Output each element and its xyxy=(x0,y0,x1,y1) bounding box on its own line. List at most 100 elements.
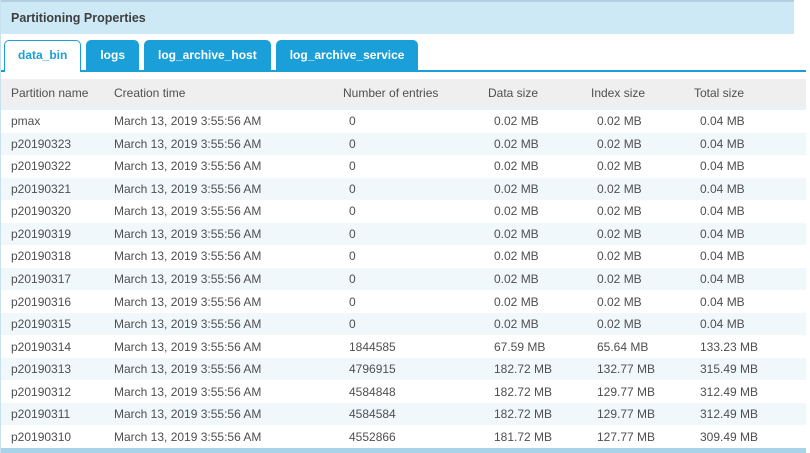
cell-partition-name: p20190320 xyxy=(1,204,114,218)
cell-number-of-entries: 4796915 xyxy=(343,362,488,376)
panel-bottom-bar xyxy=(1,448,806,453)
cell-partition-name: p20190322 xyxy=(1,159,114,173)
cell-number-of-entries: 0 xyxy=(343,249,488,263)
cell-partition-name: p20190317 xyxy=(1,272,114,286)
cell-total-size: 0.04 MB xyxy=(694,272,806,286)
cell-total-size: 312.49 MB xyxy=(694,407,806,421)
column-header: Total size xyxy=(694,86,806,100)
cell-number-of-entries: 0 xyxy=(343,227,488,241)
cell-total-size: 0.04 MB xyxy=(694,249,806,263)
table-row: pmaxMarch 13, 2019 3:55:56 AM0 0.02 MB0.0… xyxy=(1,110,806,133)
cell-data-size: 0.02 MB xyxy=(488,249,591,263)
cell-data-size: 0.02 MB xyxy=(488,317,591,331)
cell-partition-name: p20190312 xyxy=(1,385,114,399)
cell-partition-name: p20190314 xyxy=(1,340,114,354)
panel-title: Partitioning Properties xyxy=(11,11,146,25)
cell-number-of-entries: 0 xyxy=(343,182,488,196)
cell-partition-name: p20190311 xyxy=(1,407,114,421)
cell-index-size: 127.77 MB xyxy=(591,430,694,444)
cell-number-of-entries: 4552866 xyxy=(343,430,488,444)
cell-creation-time: March 13, 2019 3:55:56 AM xyxy=(114,295,343,309)
cell-total-size: 0.04 MB xyxy=(694,159,806,173)
cell-number-of-entries: 1844585 xyxy=(343,340,488,354)
cell-data-size: 0.02 MB xyxy=(488,295,591,309)
cell-partition-name: p20190315 xyxy=(1,317,114,331)
cell-number-of-entries: 0 xyxy=(343,114,488,128)
cell-total-size: 0.04 MB xyxy=(694,114,806,128)
column-header: Data size xyxy=(488,86,591,100)
cell-data-size: 0.02 MB xyxy=(488,137,591,151)
table-row: p20190320March 13, 2019 3:55:56 AM00.02 … xyxy=(1,200,806,223)
tab-log_archive_host[interactable]: log_archive_host xyxy=(144,40,271,70)
column-header: Creation time xyxy=(114,86,343,100)
cell-creation-time: March 13, 2019 3:55:56 AM xyxy=(114,272,343,286)
cell-partition-name: p20190318 xyxy=(1,249,114,263)
cell-creation-time: March 13, 2019 3:55:56 AM xyxy=(114,317,343,331)
cell-partition-name: p20190313 xyxy=(1,362,114,376)
tab-log_archive_service[interactable]: log_archive_service xyxy=(276,40,419,70)
table-row: p20190318March 13, 2019 3:55:56 AM00.02 … xyxy=(1,245,806,268)
cell-number-of-entries: 4584848 xyxy=(343,385,488,399)
table-row: p20190314March 13, 2019 3:55:56 AM184458… xyxy=(1,335,806,358)
cell-data-size: 0.02 MB xyxy=(488,227,591,241)
cell-number-of-entries: 0 xyxy=(343,159,488,173)
partitioning-properties-panel: Partitioning Properties data_binlogslog_… xyxy=(0,0,805,453)
cell-creation-time: March 13, 2019 3:55:56 AM xyxy=(114,430,343,444)
cell-creation-time: March 13, 2019 3:55:56 AM xyxy=(114,137,343,151)
cell-partition-name: p20190319 xyxy=(1,227,114,241)
cell-index-size: 0.02 MB xyxy=(591,204,694,218)
cell-total-size: 0.04 MB xyxy=(694,227,806,241)
cell-index-size: 0.02 MB xyxy=(591,137,694,151)
panel-titlebar: Partitioning Properties xyxy=(1,0,794,34)
cell-partition-name: p20190321 xyxy=(1,182,114,196)
cell-index-size: 0.02 MB xyxy=(591,159,694,173)
table-row: p20190310March 13, 2019 3:55:56 AM455286… xyxy=(1,425,806,448)
cell-creation-time: March 13, 2019 3:55:56 AM xyxy=(114,249,343,263)
column-header: Index size xyxy=(591,86,694,100)
cell-creation-time: March 13, 2019 3:55:56 AM xyxy=(114,385,343,399)
cell-data-size: 182.72 MB xyxy=(488,385,591,399)
cell-index-size: 129.77 MB xyxy=(591,385,694,399)
cell-partition-name: p20190316 xyxy=(1,295,114,309)
cell-data-size: 0.02 MB xyxy=(488,182,591,196)
cell-index-size: 0.02 MB xyxy=(591,249,694,263)
cell-data-size: 181.72 MB xyxy=(488,430,591,444)
cell-total-size: 133.23 MB xyxy=(694,340,806,354)
cell-data-size: 67.59 MB xyxy=(488,340,591,354)
cell-data-size: 182.72 MB xyxy=(488,407,591,421)
table-row: p20190323March 13, 2019 3:55:56 AM00.02 … xyxy=(1,133,806,156)
cell-creation-time: March 13, 2019 3:55:56 AM xyxy=(114,340,343,354)
table-row: p20190311March 13, 2019 3:55:56 AM458458… xyxy=(1,403,806,426)
table-row: p20190321March 13, 2019 3:55:56 AM00.02 … xyxy=(1,178,806,201)
cell-creation-time: March 13, 2019 3:55:56 AM xyxy=(114,159,343,173)
cell-index-size: 65.64 MB xyxy=(591,340,694,354)
tab-bar: data_binlogslog_archive_hostlog_archive_… xyxy=(1,40,806,72)
cell-total-size: 315.49 MB xyxy=(694,362,806,376)
cell-partition-name: p20190323 xyxy=(1,137,114,151)
table-row: p20190312March 13, 2019 3:55:56 AM458484… xyxy=(1,380,806,403)
cell-total-size: 0.04 MB xyxy=(694,137,806,151)
cell-number-of-entries: 0 xyxy=(343,295,488,309)
table-row: p20190313March 13, 2019 3:55:56 AM479691… xyxy=(1,358,806,381)
column-header: Number of entries xyxy=(343,86,488,100)
cell-creation-time: March 13, 2019 3:55:56 AM xyxy=(114,114,343,128)
cell-number-of-entries: 0 xyxy=(343,272,488,286)
table-row: p20190319March 13, 2019 3:55:56 AM00.02 … xyxy=(1,223,806,246)
table-body: pmaxMarch 13, 2019 3:55:56 AM00.02 MB0.0… xyxy=(1,110,806,448)
cell-creation-time: March 13, 2019 3:55:56 AM xyxy=(114,362,343,376)
table-row: p20190317March 13, 2019 3:55:56 AM0 0.02 … xyxy=(1,268,806,291)
table-row: p20190316March 13, 2019 3:55:56 AM00.02 … xyxy=(1,290,806,313)
cell-total-size: 0.04 MB xyxy=(694,204,806,218)
cell-partition-name: p20190310 xyxy=(1,430,114,444)
cell-index-size: 0.02 MB xyxy=(591,182,694,196)
tab-data_bin[interactable]: data_bin xyxy=(4,40,81,72)
tab-logs[interactable]: logs xyxy=(86,40,139,70)
cell-index-size: 0.02 MB xyxy=(591,114,694,128)
cell-index-size: 0.02 MB xyxy=(591,295,694,309)
cell-index-size: 129.77 MB xyxy=(591,407,694,421)
cell-creation-time: March 13, 2019 3:55:56 AM xyxy=(114,227,343,241)
cell-data-size: 182.72 MB xyxy=(488,362,591,376)
cell-index-size: 0.02 MB xyxy=(591,272,694,286)
cell-number-of-entries: 4584584 xyxy=(343,407,488,421)
cell-partition-name: pmax xyxy=(1,114,114,128)
